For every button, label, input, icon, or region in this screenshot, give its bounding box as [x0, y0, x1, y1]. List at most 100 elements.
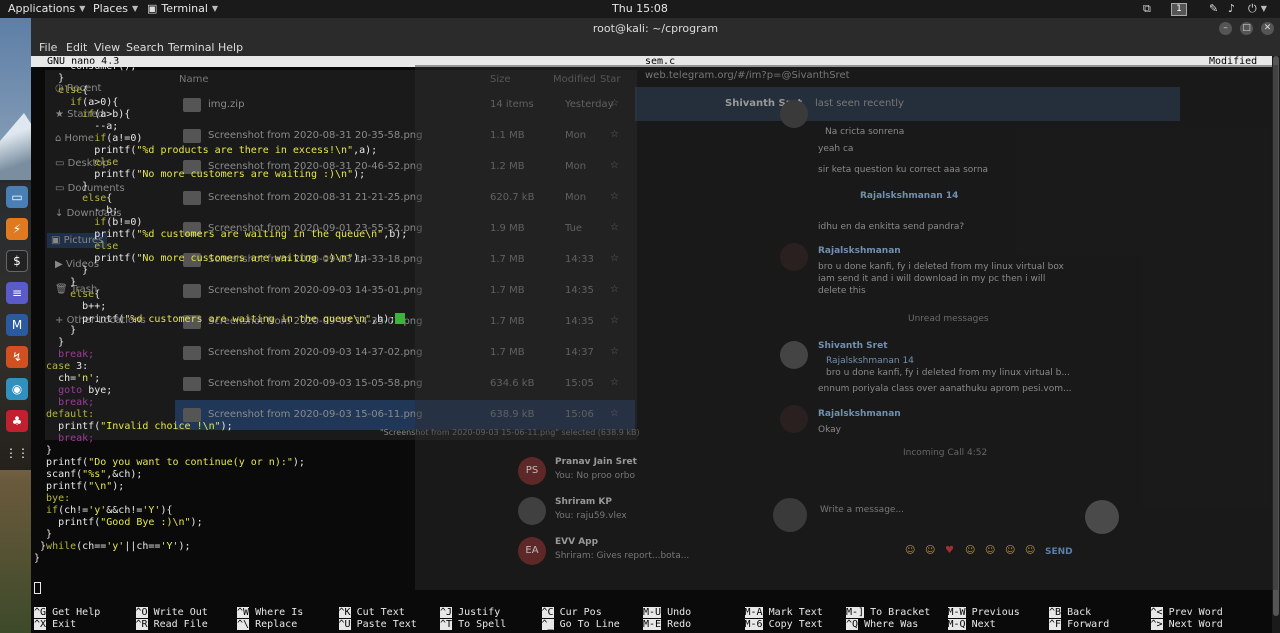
- shortcut-where-is[interactable]: ^W Where Is: [237, 607, 303, 619]
- code-line[interactable]: }: [34, 553, 407, 565]
- code-line[interactable]: }: [34, 325, 407, 337]
- code-line[interactable]: }: [34, 265, 407, 277]
- shortcut-next-word[interactable]: ^> Next Word: [1150, 619, 1223, 631]
- shortcut-redo[interactable]: M-E Redo: [643, 619, 691, 631]
- menu-view[interactable]: View: [94, 39, 120, 56]
- code-line[interactable]: if(a!=0): [34, 133, 407, 145]
- burp-icon[interactable]: ⚡: [6, 218, 28, 240]
- shortcut-undo[interactable]: M-U Undo: [643, 607, 691, 619]
- code-line[interactable]: else{: [34, 85, 407, 97]
- places-menu[interactable]: Places ▼: [93, 0, 138, 18]
- shortcut-cur-pos[interactable]: ^C Cur Pos: [541, 607, 602, 619]
- code-line[interactable]: printf("%d customers are waiting in the …: [34, 229, 407, 241]
- code-line[interactable]: case 3:: [34, 361, 407, 373]
- eye-icon[interactable]: ◉: [6, 378, 28, 400]
- shortcut-prev-word[interactable]: ^< Prev Word: [1150, 607, 1223, 619]
- code-line[interactable]: printf("Invalid choice !\n");: [34, 421, 407, 433]
- code-line[interactable]: if(b!=0): [34, 217, 407, 229]
- scrollbar-thumb[interactable]: [1273, 56, 1279, 616]
- notes-icon[interactable]: ≡: [6, 282, 28, 304]
- shortcut-exit[interactable]: ^X Exit: [34, 619, 76, 631]
- code-line[interactable]: ch='n';: [34, 373, 407, 385]
- menu-help[interactable]: Help: [218, 39, 243, 56]
- clock[interactable]: Thu 15:08: [612, 0, 668, 18]
- minimize-button[interactable]: –: [1219, 22, 1232, 35]
- code-token: printf(: [34, 169, 137, 180]
- code-line[interactable]: }: [34, 181, 407, 193]
- code-line[interactable]: --a;: [34, 121, 407, 133]
- shortcut-where-was[interactable]: ^Q Where Was: [846, 619, 918, 631]
- show-apps-icon[interactable]: ⋮⋮: [5, 442, 29, 464]
- power-icon[interactable]: ⏻ ▼: [1248, 0, 1267, 18]
- shortcut-label: Exit: [52, 619, 77, 630]
- shortcut-justify[interactable]: ^J Justify: [440, 607, 500, 619]
- shortcut-cut-text[interactable]: ^K Cut Text: [338, 607, 405, 619]
- code-line[interactable]: scanf("%s",&ch);: [34, 469, 407, 481]
- menu-terminal[interactable]: Terminal: [168, 39, 215, 56]
- shortcut-write-out[interactable]: ^O Write Out: [135, 607, 208, 619]
- terminal-dock-icon[interactable]: $: [6, 250, 28, 272]
- code-line[interactable]: }while(ch=='y'||ch=='Y');: [34, 541, 407, 553]
- shortcut-back[interactable]: ^B Back: [1049, 607, 1091, 619]
- menu-edit[interactable]: Edit: [66, 39, 87, 56]
- code-line[interactable]: if(a>b){: [34, 109, 407, 121]
- code-line[interactable]: if(a>0){: [34, 97, 407, 109]
- metasploit-icon[interactable]: M: [6, 314, 28, 336]
- code-line[interactable]: else{: [34, 193, 407, 205]
- shortcut-get-help[interactable]: ^G Get Help: [34, 607, 100, 619]
- terminal-scrollbar[interactable]: [1272, 56, 1280, 633]
- terminal-app-menu[interactable]: ▣ Terminal ▼: [147, 0, 218, 18]
- code-line[interactable]: consumer();: [34, 61, 407, 73]
- code-line[interactable]: printf("\n");: [34, 481, 407, 493]
- code-line[interactable]: default:: [34, 409, 407, 421]
- shortcut-copy-text[interactable]: M-6 Copy Text: [744, 619, 823, 631]
- code-line[interactable]: printf("Do you want to continue(y or n):…: [34, 457, 407, 469]
- shortcut-to-spell[interactable]: ^T To Spell: [440, 619, 506, 631]
- shortcut-read-file[interactable]: ^R Read File: [135, 619, 208, 631]
- shortcut-next[interactable]: M-Q Next: [947, 619, 996, 631]
- code-line[interactable]: }: [34, 277, 407, 289]
- shortcut-to-bracket[interactable]: M-] To Bracket: [846, 607, 930, 619]
- code-line[interactable]: }: [34, 445, 407, 457]
- nano-editor[interactable]: consumer(); } else{ if(a>0){ if(a>b){ --…: [34, 61, 407, 565]
- armitage-icon[interactable]: ↯: [6, 346, 28, 368]
- code-line[interactable]: break;: [34, 397, 407, 409]
- code-line[interactable]: }: [34, 529, 407, 541]
- code-token: break;: [34, 349, 95, 360]
- shortcut-mark-text[interactable]: M-A Mark Text: [744, 607, 823, 619]
- shortcut-previous[interactable]: M-W Previous: [947, 607, 1020, 619]
- volume-icon[interactable]: ♪: [1228, 0, 1235, 18]
- code-line[interactable]: printf("%d customers are waiting in the …: [34, 313, 407, 325]
- code-line[interactable]: printf("No more customers are waiting :)…: [34, 169, 407, 181]
- code-line[interactable]: if(ch!='y'&&ch!='Y'){: [34, 505, 407, 517]
- code-line[interactable]: bye:: [34, 493, 407, 505]
- code-line[interactable]: else: [34, 157, 407, 169]
- cherry-icon[interactable]: ♣: [6, 410, 28, 432]
- maximize-button[interactable]: □: [1240, 22, 1253, 35]
- display-icon[interactable]: ⧉: [1143, 0, 1151, 18]
- menu-search[interactable]: Search: [126, 39, 164, 56]
- code-line[interactable]: printf("No more customers are waiting :)…: [34, 253, 407, 265]
- applications-menu[interactable]: Applications ▼: [8, 0, 85, 18]
- code-line[interactable]: break;: [34, 349, 407, 361]
- menu-file[interactable]: File: [39, 39, 57, 56]
- close-button[interactable]: ✕: [1261, 22, 1274, 35]
- code-line[interactable]: printf("Good Bye :)\n");: [34, 517, 407, 529]
- workspace-switcher[interactable]: 1: [1171, 0, 1187, 18]
- code-line[interactable]: }: [34, 73, 407, 85]
- code-line[interactable]: else{: [34, 289, 407, 301]
- code-line[interactable]: else: [34, 241, 407, 253]
- code-line[interactable]: --b;: [34, 205, 407, 217]
- code-line[interactable]: b++;: [34, 301, 407, 313]
- code-line[interactable]: printf("%d products are there in excess!…: [34, 145, 407, 157]
- pen-icon[interactable]: ✎: [1209, 0, 1218, 18]
- shortcut-paste-text[interactable]: ^U Paste Text: [338, 619, 417, 631]
- files-icon[interactable]: ▭: [6, 186, 28, 208]
- code-line[interactable]: goto bye;: [34, 385, 407, 397]
- shortcut-go-to-line[interactable]: ^_ Go To Line: [541, 619, 620, 631]
- shortcut-replace[interactable]: ^\ Replace: [237, 619, 297, 631]
- code-token: printf(: [34, 253, 137, 264]
- code-line[interactable]: break;: [34, 433, 407, 445]
- code-line[interactable]: }: [34, 337, 407, 349]
- shortcut-forward[interactable]: ^F Forward: [1049, 619, 1109, 631]
